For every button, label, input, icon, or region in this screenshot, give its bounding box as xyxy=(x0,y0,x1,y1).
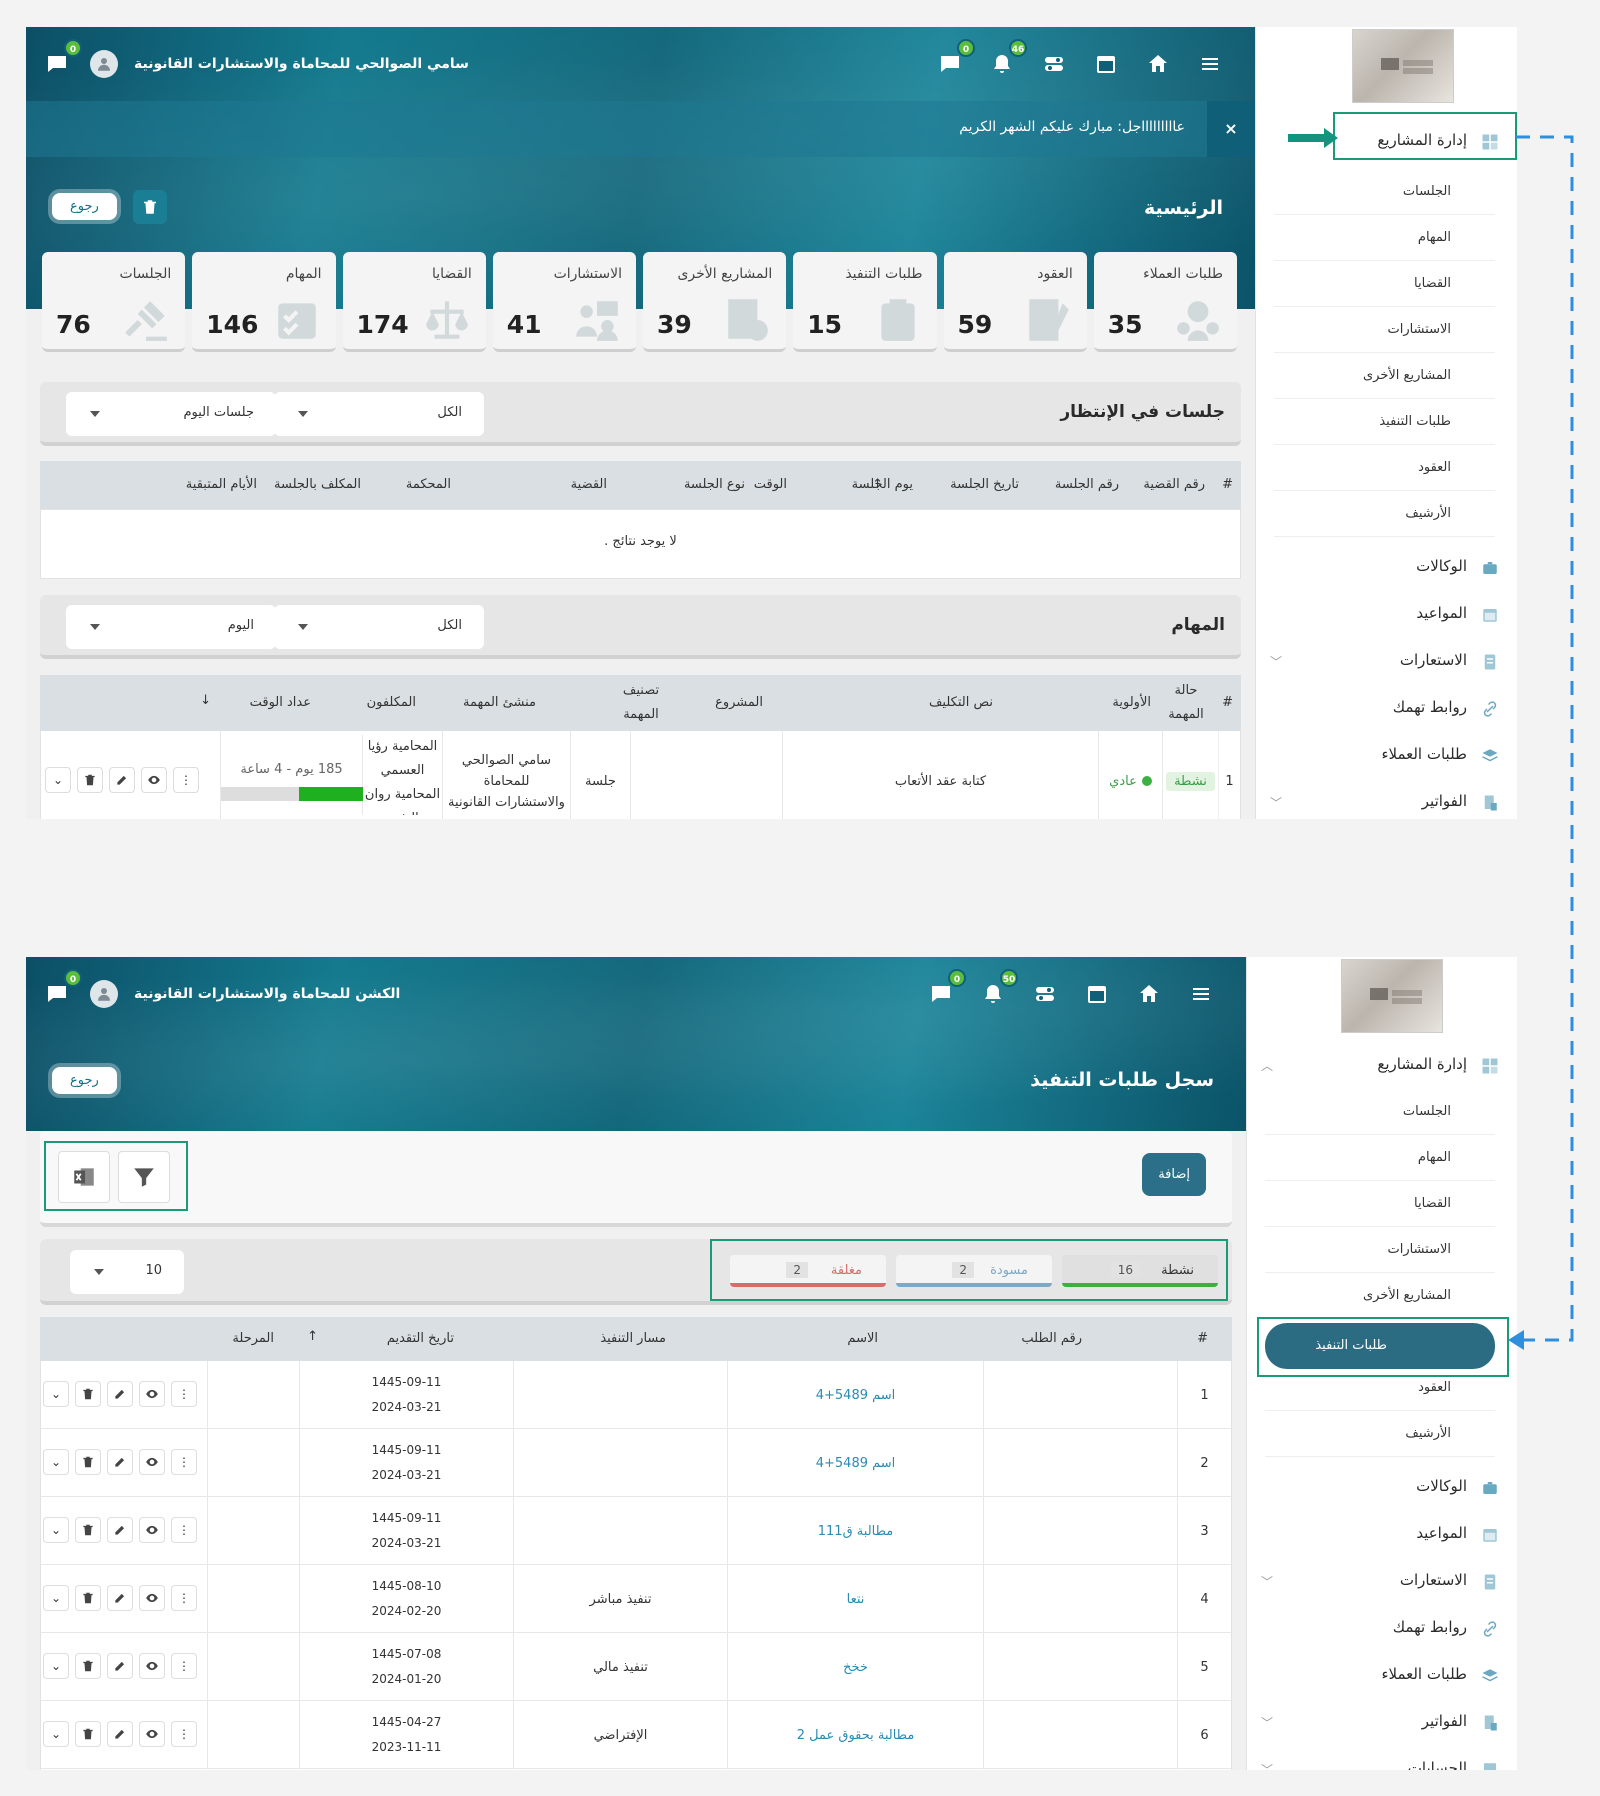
connector-arrowhead xyxy=(1508,1330,1524,1350)
connector-path xyxy=(1516,135,1574,1342)
connector-arrow xyxy=(1508,135,1574,1350)
